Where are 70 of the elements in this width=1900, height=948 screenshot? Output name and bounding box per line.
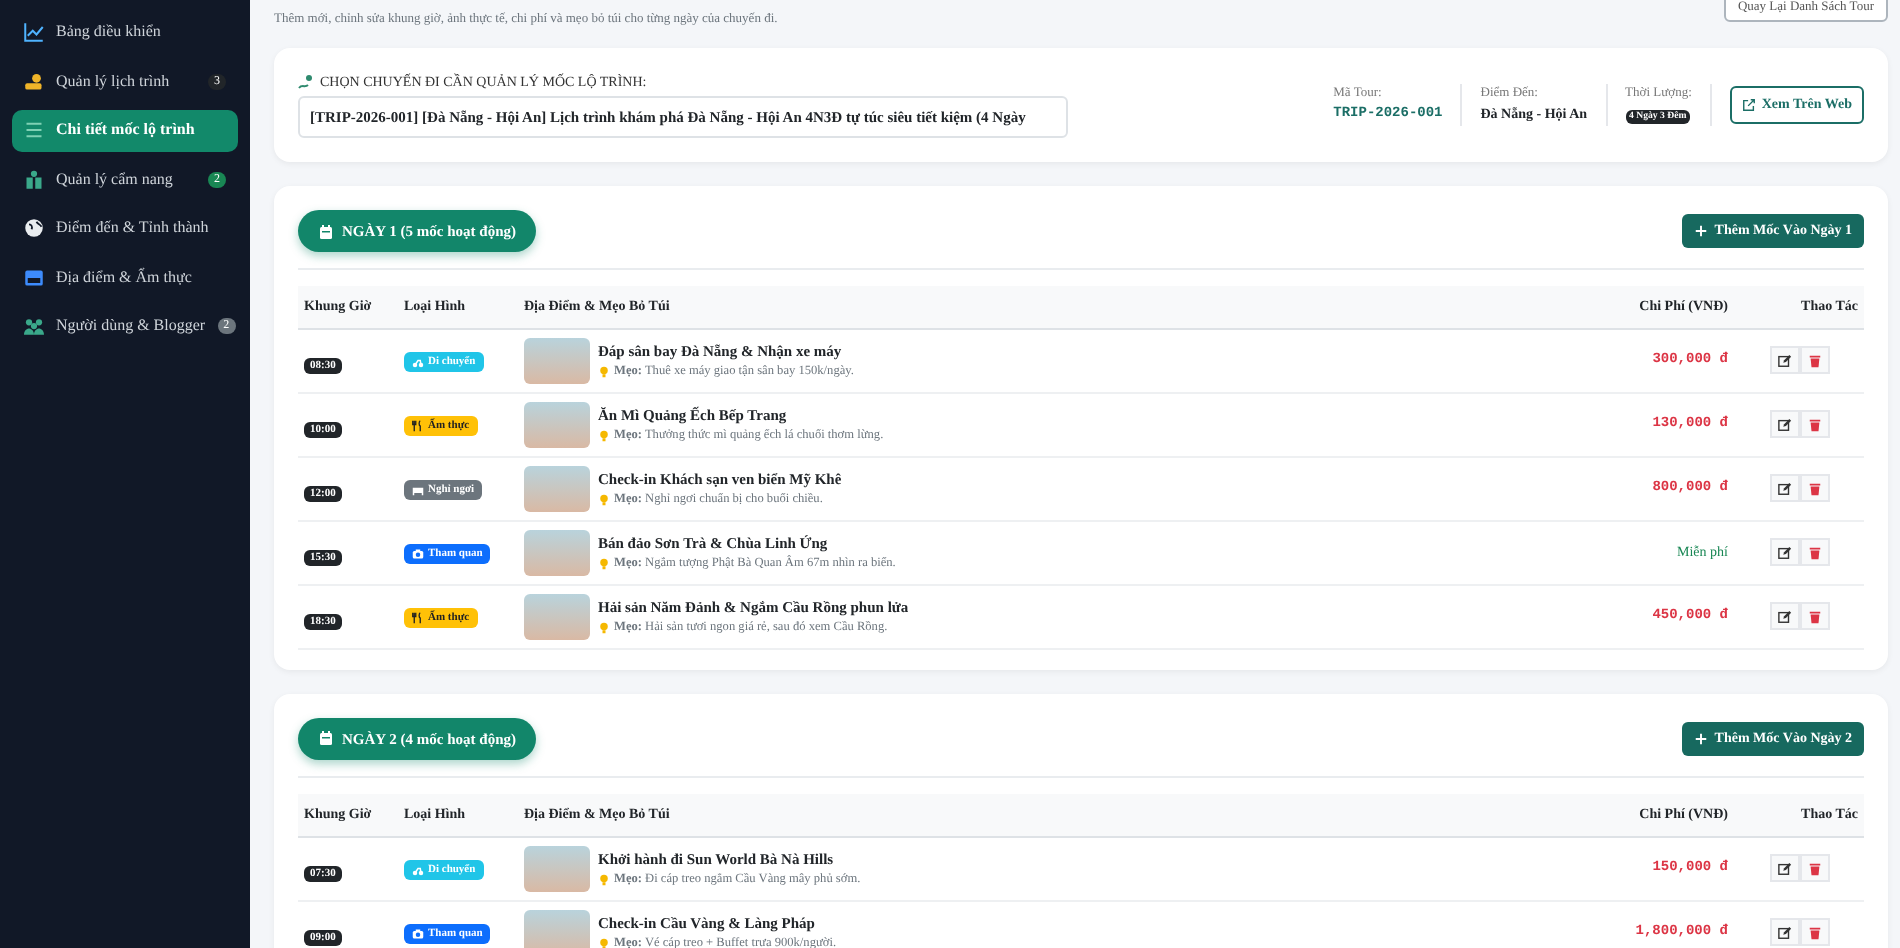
edit-button[interactable] <box>1769 410 1799 439</box>
trash-icon <box>1807 481 1821 496</box>
users-icon <box>24 316 44 337</box>
sidebar-label: Quản lý cẩm nang <box>56 167 173 192</box>
photo-placeholder <box>524 401 590 448</box>
delete-button[interactable] <box>1799 346 1829 375</box>
lightbulb-icon <box>598 557 610 570</box>
line-chart-icon <box>24 22 44 43</box>
photo-placeholder <box>524 845 590 891</box>
edit-icon <box>1777 481 1791 496</box>
edit-icon <box>1777 609 1791 624</box>
edit-button[interactable] <box>1769 538 1799 567</box>
trash-icon <box>1807 609 1821 624</box>
edit-button[interactable] <box>1769 346 1799 375</box>
trash-icon <box>1807 417 1821 432</box>
delete-button[interactable] <box>1799 538 1829 567</box>
sidebar-label: Bảng điều khiển <box>56 20 161 45</box>
delete-button[interactable] <box>1799 918 1829 946</box>
lightbulb-icon <box>598 493 610 506</box>
motorbike-icon <box>412 356 424 369</box>
edit-button[interactable] <box>1769 854 1799 882</box>
edit-button[interactable] <box>1769 918 1799 946</box>
delete-button[interactable] <box>1799 474 1829 503</box>
sidebar-label: Điểm đến & Tỉnh thành <box>56 216 209 241</box>
bed-icon <box>412 484 424 497</box>
calendar-icon <box>318 223 334 240</box>
sidebar-item[interactable]: Điểm đến & Tỉnh thành <box>12 208 238 249</box>
utensils-icon <box>412 420 424 433</box>
delete-button[interactable] <box>1799 854 1829 882</box>
edit-button[interactable] <box>1769 474 1799 503</box>
trash-icon <box>1807 545 1821 560</box>
sidebar-label: Chi tiết mốc lộ trình <box>56 118 195 143</box>
external-link-icon <box>1741 98 1756 112</box>
sidebar-item[interactable]: Bảng điều khiển <box>12 12 238 53</box>
plus-icon <box>1694 731 1709 746</box>
sidebar-label: Quản lý lịch trình <box>56 69 170 94</box>
lightbulb-icon <box>598 365 610 378</box>
globe-icon <box>24 218 44 239</box>
utensils-icon <box>412 612 424 625</box>
delete-button[interactable] <box>1799 410 1829 439</box>
storefront-icon <box>24 267 44 288</box>
photo-placeholder <box>524 337 590 384</box>
sidebar-label: Địa điểm & Ẩm thực <box>56 265 192 290</box>
photo-placeholder <box>524 909 590 948</box>
lightbulb-icon <box>598 429 610 442</box>
calendar-icon <box>318 730 334 747</box>
plus-icon <box>1694 224 1709 239</box>
edit-icon <box>1777 417 1791 432</box>
camera-icon <box>412 548 424 561</box>
edit-button[interactable] <box>1769 602 1799 631</box>
photo-placeholder <box>524 465 590 512</box>
sidebar-label: Người dùng & Blogger <box>56 314 206 339</box>
motorbike-icon <box>412 864 424 876</box>
lightbulb-icon <box>598 937 610 948</box>
trash-icon <box>1807 925 1821 939</box>
edit-icon <box>1777 353 1791 368</box>
list-icon <box>24 120 44 141</box>
edit-icon <box>1777 925 1791 939</box>
camera-icon <box>412 928 424 940</box>
sidebar-item[interactable]: Địa điểm & Ẩm thực <box>12 257 238 298</box>
edit-icon <box>1777 545 1791 560</box>
delete-button[interactable] <box>1799 602 1829 631</box>
photo-placeholder <box>524 593 590 640</box>
lightbulb-icon <box>598 621 610 634</box>
trash-icon <box>1807 861 1821 875</box>
photo-placeholder <box>524 529 590 576</box>
lightbulb-icon <box>598 873 610 886</box>
sidebar-item[interactable]: Chi tiết mốc lộ trình <box>12 110 238 151</box>
edit-icon <box>1777 861 1791 875</box>
trash-icon <box>1807 353 1821 368</box>
